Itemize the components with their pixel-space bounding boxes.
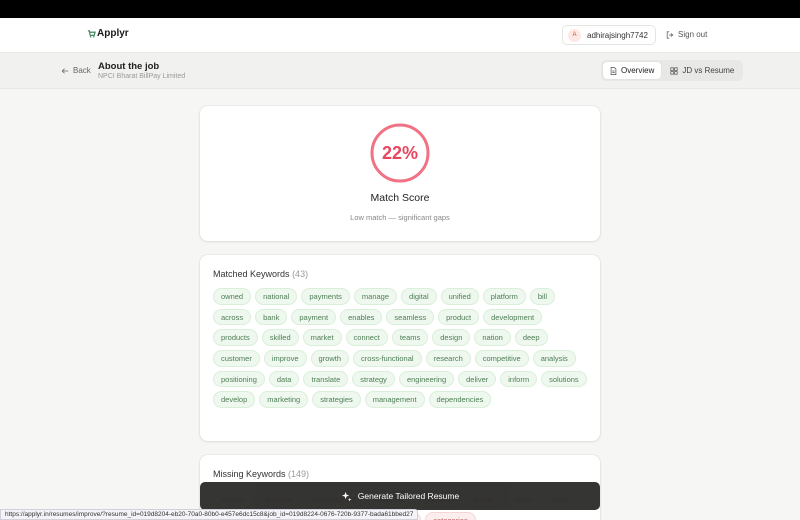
avatar: A [568,28,581,42]
keyword-chip: positioning [213,370,265,388]
keyword-chip: deep [514,329,548,347]
job-company: NPCI Bharat BillPay Limited [98,73,186,80]
back-label: Back [73,66,91,75]
keyword-chip: management [364,391,425,409]
keyword-chip: teams [391,329,429,347]
keyword-chip: platform [482,288,526,305]
keyword-chip: design [432,329,471,347]
match-score-card: 22% Match Score Low match — significant … [200,106,600,241]
keyword-chip: dependencies [428,391,492,409]
keyword-chip: research [425,350,471,367]
keyword-chip: bill [529,288,556,305]
matched-keywords-title: Matched Keywords (43) [213,269,308,279]
username: adhirajsingh7742 [587,30,648,40]
missing-title-text: Missing Keywords [213,469,286,479]
keyword-chip: enables [340,308,383,326]
cart-logo-icon [87,30,96,38]
keyword-chip: deliver [458,370,497,388]
keyword-chip: owned [213,288,252,305]
sparkle-icon [341,491,352,502]
keyword-chip: skilled [261,329,299,347]
keyword-chip: development [483,308,543,326]
grid-icon [670,66,678,75]
back-button[interactable]: Back [61,66,91,75]
missing-keywords-title: Missing Keywords (149) [213,469,309,479]
keyword-chip: data [268,370,300,388]
tab-overview[interactable]: Overview [603,62,662,79]
keyword-chip: strategies [312,391,361,409]
keyword-chip: connect [345,329,388,347]
keyword-chip: customer [213,350,260,367]
matched-title-text: Matched Keywords [213,269,290,279]
keyword-chip: cross-functional [353,350,422,367]
keyword-chip: solutions [541,370,587,388]
score-description: Low match — significant gaps [350,213,450,222]
tab-jd-label: JD vs Resume [682,66,735,75]
keyword-chip: growth [310,350,350,367]
user-menu[interactable]: A adhirajsingh7742 [562,25,656,45]
keyword-chip: develop [213,391,256,409]
keyword-chip: payments [301,288,350,305]
generate-resume-button[interactable]: Generate Tailored Resume [200,482,600,510]
keyword-chip: across [213,308,252,326]
missing-count: (149) [288,469,310,479]
tab-overview-label: Overview [621,66,655,75]
job-subheader: Back About the job NPCI Bharat BillPay L… [0,53,800,89]
browser-status-url: https://applyr.in/resumes/improve/?resum… [0,509,419,520]
keyword-chip: strategy [352,370,395,388]
keyword-chip: seamless [386,308,435,326]
keyword-chip: products [213,329,258,347]
keyword-chip: engineering [398,370,455,388]
score-label: Match Score [370,192,430,204]
keyword-chip: manage [353,288,398,305]
keyword-chip: payment [291,308,337,326]
keyword-chip: categories [425,511,476,520]
keyword-chip: inform [500,370,538,388]
view-tabs: Overview JD vs Resume [601,60,744,81]
app-logo[interactable]: Applyr [87,28,129,39]
matched-count: (43) [292,269,309,279]
keyword-chip: unified [440,288,479,305]
keyword-chip: competitive [474,350,529,367]
sign-out-label: Sign out [678,30,708,39]
matched-keywords-card: Matched Keywords (43) owned national payme… [200,255,600,441]
keyword-chip: nation [474,329,511,347]
keyword-chip: bank [255,308,288,326]
arrow-left-icon [61,67,69,74]
keyword-chip: digital [401,288,437,305]
keyword-chip: improve [263,350,307,367]
keyword-chip: market [302,329,342,347]
app-name: Applyr [97,28,129,39]
matched-keyword-list: owned national payments manage digital unifie… [213,288,589,409]
sign-out-icon [666,30,674,39]
score-value: 22% [381,142,419,163]
browser-top-strip [0,0,800,18]
job-title: About the job [98,61,160,72]
sign-out-button[interactable]: Sign out [666,30,707,39]
document-icon [610,66,617,75]
keyword-chip: national [255,288,298,305]
keyword-chip: analysis [532,350,576,367]
generate-label: Generate Tailored Resume [357,491,460,501]
keyword-chip: marketing [259,391,309,409]
keyword-chip: translate [303,370,349,388]
tab-jd-vs-resume[interactable]: JD vs Resume [663,62,741,79]
keyword-chip: product [438,308,480,326]
navbar: Applyr A adhirajsingh7742 Sign out [0,18,800,53]
